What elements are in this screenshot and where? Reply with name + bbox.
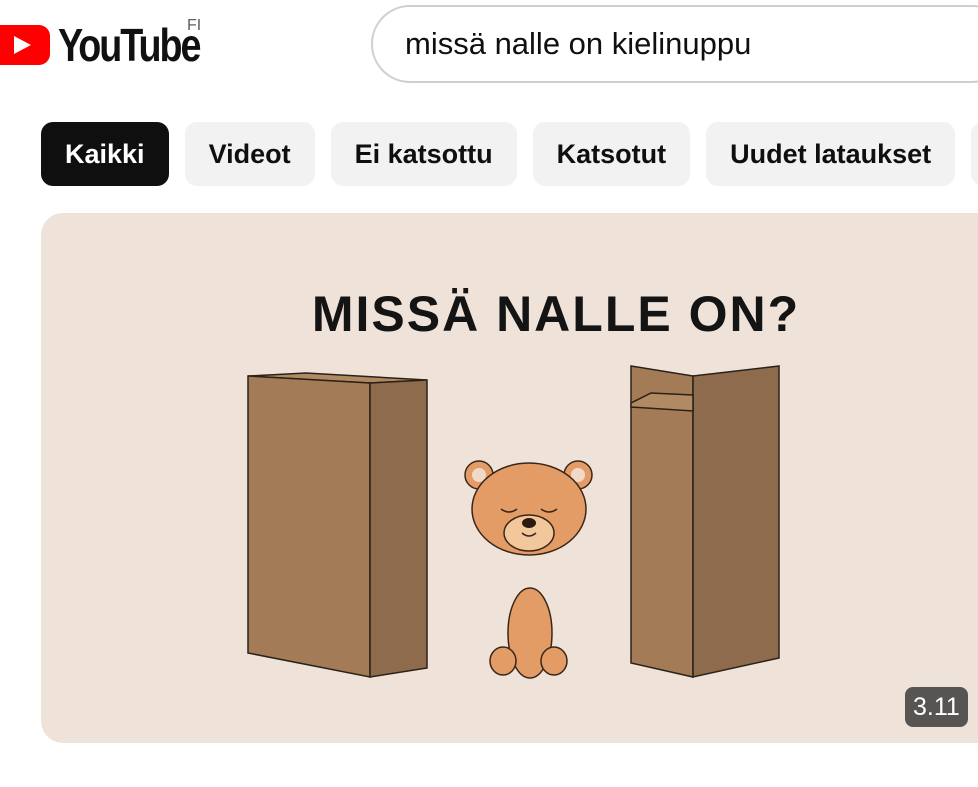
right-box	[630, 365, 780, 678]
filter-chips: Kaikki Videot Ei katsottu Katsotut Uudet…	[41, 122, 978, 186]
search-query: missä nalle on kielinuppu	[405, 26, 752, 61]
chip-ei-katsottu[interactable]: Ei katsottu	[330, 122, 517, 186]
youtube-play-icon	[0, 25, 50, 65]
chip-more[interactable]	[971, 122, 978, 186]
logo-text: YouTube	[58, 19, 201, 71]
video-thumbnail[interactable]: MISSÄ NALLE ON?	[41, 213, 978, 743]
chip-uudet-lataukset[interactable]: Uudet lataukset	[706, 122, 956, 186]
bear	[464, 460, 593, 679]
chip-kaikki[interactable]: Kaikki	[41, 122, 169, 186]
search-input[interactable]: missä nalle on kielinuppu	[371, 5, 978, 83]
thumbnail-illustration	[247, 365, 780, 679]
duration-badge: 3.11	[905, 687, 968, 727]
chip-videot[interactable]: Videot	[184, 122, 315, 186]
left-box	[247, 372, 428, 678]
region-code: FI	[187, 17, 202, 34]
chip-katsotut[interactable]: Katsotut	[532, 122, 691, 186]
